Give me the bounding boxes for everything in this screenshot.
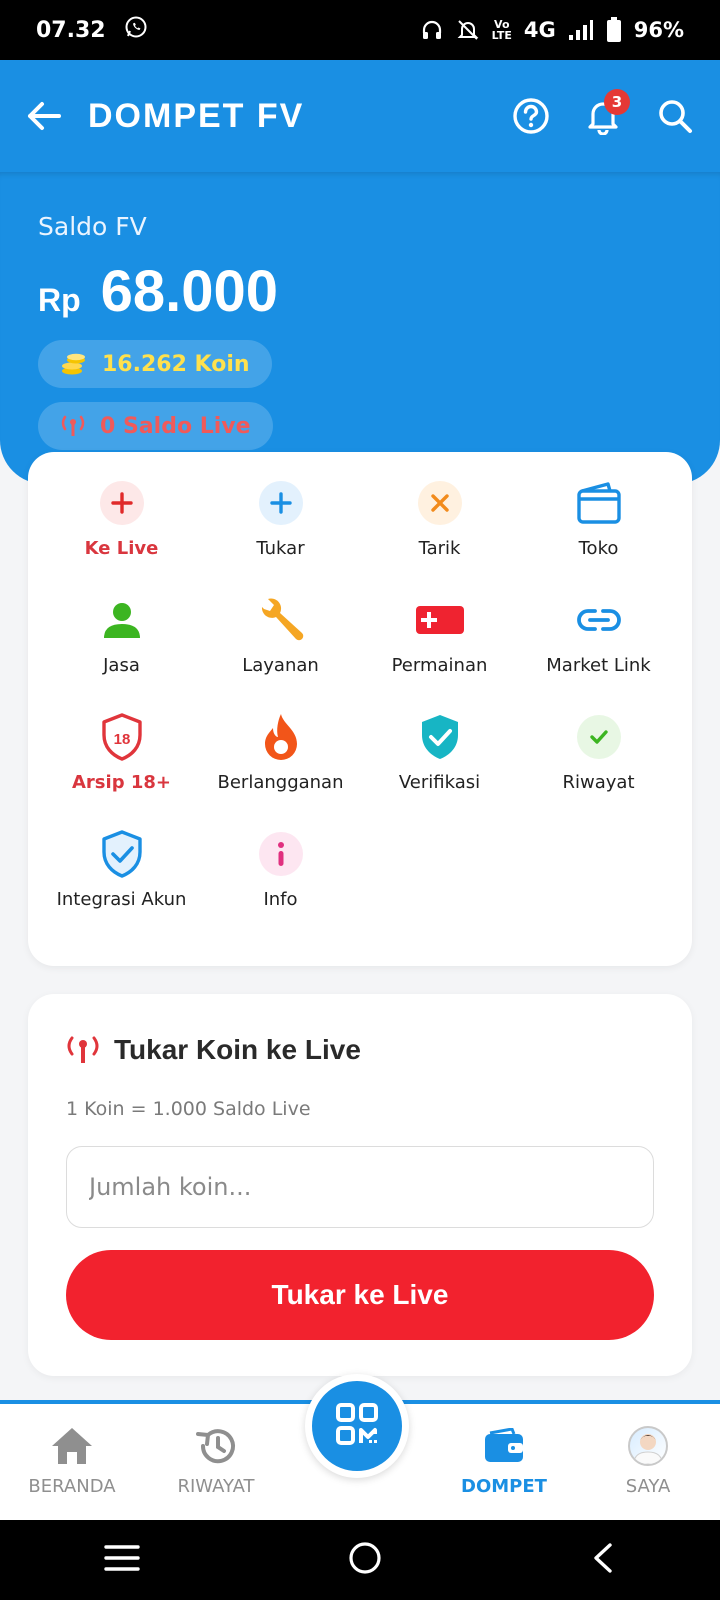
home-circle-icon[interactable] — [348, 1541, 382, 1579]
menu-item-verifikasi[interactable]: Verifikasi — [360, 712, 519, 829]
mute-bell-icon — [456, 18, 480, 42]
history-icon — [195, 1424, 237, 1468]
menu-label: Market Link — [546, 655, 651, 676]
menu-label: Tukar — [256, 538, 305, 559]
menu-item-berlangganan[interactable]: Berlangganan — [201, 712, 360, 829]
menu-item-ke-live[interactable]: Ke Live — [42, 478, 201, 595]
menu-label: Integrasi Akun — [56, 889, 187, 910]
shield-18-icon: 18 — [97, 712, 147, 762]
nav-center — [288, 1374, 432, 1520]
game-icon — [415, 595, 465, 645]
bottom-nav: BERANDA RIWAYAT DOMPET SAYA — [0, 1374, 720, 1520]
nav-saya[interactable]: SAYA — [576, 1404, 720, 1520]
menu-label: Tarik — [418, 538, 461, 559]
exchange-title-text: Tukar Koin ke Live — [114, 1034, 361, 1065]
back-arrow-icon[interactable] — [26, 100, 62, 132]
flame-icon — [256, 712, 306, 762]
app-bar: DOMPET FV 3 — [0, 60, 720, 172]
avatar — [628, 1426, 668, 1466]
exchange-card: Tukar Koin ke Live 1 Koin = 1.000 Saldo … — [28, 994, 692, 1376]
menu-label: Berlangganan — [217, 772, 344, 793]
back-chevron-icon[interactable] — [590, 1542, 616, 1578]
saldo-live-value: 0 Saldo Live — [100, 413, 251, 439]
menu-item-arsip[interactable]: 18 Arsip 18+ — [42, 712, 201, 829]
plus-icon — [258, 481, 303, 525]
info-icon — [258, 832, 303, 876]
status-time: 07.32 — [36, 17, 106, 43]
status-bar: 07.32 Vo LTE 4G 96% — [0, 0, 720, 60]
menu-label: Arsip 18+ — [72, 772, 171, 793]
menu-card: Ke Live Tukar Tarik Toko Jasa Layanan Pe… — [28, 452, 692, 966]
menu-label: Toko — [578, 538, 619, 559]
recent-apps-icon[interactable] — [104, 1543, 140, 1577]
network-type: 4G — [523, 18, 556, 42]
exchange-button[interactable]: Tukar ke Live — [66, 1250, 654, 1340]
svg-text:18: 18 — [113, 731, 130, 748]
menu-item-layanan[interactable]: Layanan — [201, 595, 360, 712]
menu-label: Permainan — [391, 655, 488, 676]
menu-label: Ke Live — [84, 538, 159, 559]
person-icon — [97, 595, 147, 645]
whatsapp-icon — [124, 15, 148, 45]
search-icon[interactable] — [656, 97, 694, 135]
shield-check-icon — [97, 829, 147, 879]
nav-riwayat[interactable]: RIWAYAT — [144, 1404, 288, 1520]
menu-item-tukar[interactable]: Tukar — [201, 478, 360, 595]
coins-icon — [60, 352, 88, 376]
koin-badge[interactable]: 16.262 Koin — [38, 340, 272, 388]
battery-icon — [606, 17, 622, 43]
balance-amount: Rp 68.000 — [38, 258, 278, 325]
qr-scan-button[interactable] — [305, 1374, 409, 1478]
wallet-icon — [574, 478, 624, 528]
page-title: DOMPET FV — [88, 96, 305, 135]
saldo-live-badge[interactable]: 0 Saldo Live — [38, 402, 273, 450]
menu-item-info[interactable]: Info — [201, 829, 360, 946]
exchange-rate: 1 Koin = 1.000 Saldo Live — [66, 1098, 311, 1120]
volte-icon: Vo LTE — [491, 18, 512, 42]
nav-dompet[interactable]: DOMPET — [432, 1404, 576, 1520]
x-icon — [417, 481, 462, 525]
balance-value: 68.000 — [100, 259, 279, 324]
menu-item-integrasi-akun[interactable]: Integrasi Akun — [42, 829, 201, 946]
wallet-icon — [484, 1424, 524, 1468]
koin-amount-input[interactable] — [66, 1146, 654, 1228]
wrench-icon — [256, 595, 306, 645]
nav-label: SAYA — [625, 1476, 671, 1497]
shield-check-icon — [415, 712, 465, 762]
menu-item-market-link[interactable]: Market Link — [519, 595, 678, 712]
menu-label: Layanan — [242, 655, 319, 676]
menu-item-toko[interactable]: Toko — [519, 478, 678, 595]
home-icon — [50, 1424, 94, 1468]
menu-item-jasa[interactable]: Jasa — [42, 595, 201, 712]
menu-label: Info — [263, 889, 298, 910]
help-icon[interactable] — [512, 97, 550, 135]
signal-icon — [568, 19, 594, 41]
notification-bell-icon[interactable]: 3 — [584, 89, 630, 135]
exchange-title: Tukar Koin ke Live — [66, 1034, 361, 1066]
notification-badge: 3 — [604, 89, 630, 115]
menu-item-tarik[interactable]: Tarik — [360, 478, 519, 595]
nav-label: BERANDA — [28, 1476, 116, 1497]
balance-header: Saldo FV Rp 68.000 16.262 Koin 0 Saldo L… — [0, 172, 720, 484]
menu-item-riwayat[interactable]: Riwayat — [519, 712, 678, 829]
koin-value: 16.262 Koin — [102, 351, 250, 377]
qr-code-icon — [335, 1402, 379, 1450]
antenna-icon — [60, 414, 86, 438]
plus-icon — [99, 481, 144, 525]
link-icon — [574, 595, 624, 645]
nav-label: RIWAYAT — [177, 1476, 255, 1497]
antenna-icon — [66, 1035, 100, 1065]
nav-label: DOMPET — [461, 1476, 547, 1497]
nav-beranda[interactable]: BERANDA — [0, 1404, 144, 1520]
headphones-icon — [420, 18, 444, 42]
menu-label: Riwayat — [562, 772, 635, 793]
system-nav-bar — [0, 1520, 720, 1600]
battery-level: 96% — [633, 18, 684, 42]
menu-label: Jasa — [103, 655, 140, 676]
menu-label: Verifikasi — [398, 772, 481, 793]
check-icon — [576, 715, 621, 759]
balance-label: Saldo FV — [38, 212, 147, 241]
currency-label: Rp — [38, 282, 81, 318]
menu-item-permainan[interactable]: Permainan — [360, 595, 519, 712]
